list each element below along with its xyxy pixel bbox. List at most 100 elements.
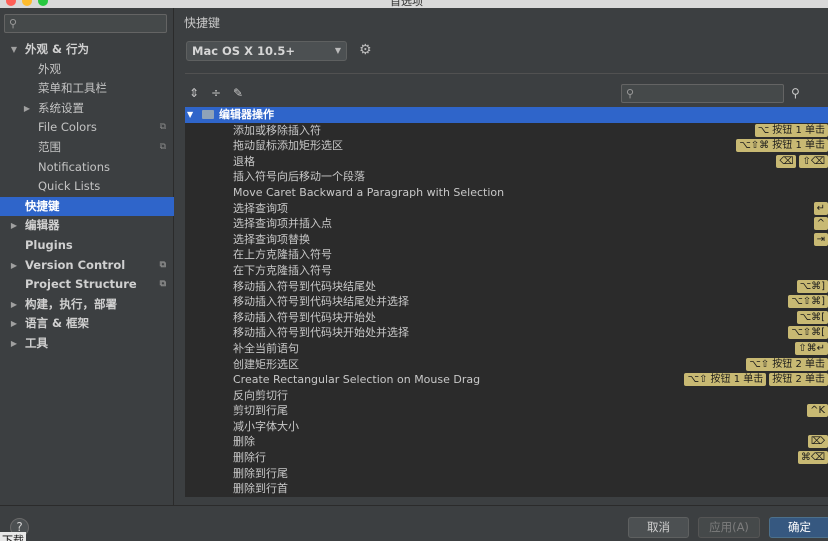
sidebar-item[interactable]: ▶ 系统设置	[0, 99, 174, 119]
chevron-right-icon[interactable]: ▶	[9, 295, 19, 315]
action-name: 删除行	[233, 451, 266, 465]
shortcut-row[interactable]: 选择查询项 ↵	[185, 201, 828, 217]
shortcut-row[interactable]: 在下方克隆插入符号	[185, 263, 828, 279]
project-scope-icon: ⧉	[159, 141, 166, 152]
shortcut-badge: ↵	[813, 201, 828, 215]
shortcut-row[interactable]: 在上方克隆插入符号	[185, 247, 828, 263]
sidebar-item-label: Notifications	[38, 159, 110, 174]
sidebar-item[interactable]: ▶ Version Control ⧉	[0, 256, 174, 276]
keymap-select[interactable]: Mac OS X 10.5+ ▼	[186, 41, 347, 61]
action-name: 补全当前语句	[233, 341, 299, 355]
chevron-right-icon[interactable]: ▶	[9, 334, 19, 354]
shortcut-badge: ^	[813, 217, 828, 231]
sidebar-item[interactable]: Notifications	[0, 158, 174, 178]
shortcut-row[interactable]: 选择查询项并插入点 ^	[185, 216, 828, 232]
action-name: 添加或移除插入符	[233, 123, 321, 137]
page-title: 快捷键	[184, 16, 221, 30]
sidebar-item-label: 外观 & 行为	[25, 42, 90, 56]
apply-button[interactable]: 应用(A)	[698, 517, 760, 538]
shortcut-row[interactable]: 删除到行首	[185, 481, 828, 497]
shortcut-row[interactable]: 剪切到行尾 ^K	[185, 403, 828, 419]
minimize-window-icon[interactable]	[22, 0, 32, 6]
shortcut-badges: ⌦	[807, 435, 828, 449]
sidebar-item[interactable]: ▶ 构建，执行，部署	[0, 295, 174, 315]
shortcut-search-input[interactable]: ⚲	[621, 84, 784, 103]
group-label: 编辑器操作	[219, 108, 274, 121]
shortcut-badge: ⌥⌘[	[796, 310, 828, 324]
group-row[interactable]: ▼ 编辑器操作	[185, 107, 828, 123]
close-window-icon[interactable]	[6, 0, 16, 6]
shortcut-row[interactable]: 移动插入符号到代码块结尾处并选择 ⌥⇧⌘]	[185, 294, 828, 310]
shortcut-badge: ⌥⇧⌘[	[788, 326, 828, 340]
shortcut-badge: ⌘⌫	[797, 451, 828, 465]
shortcut-row[interactable]: 减小字体大小	[185, 419, 828, 435]
shortcut-row[interactable]: 删除行 ⌘⌫	[185, 450, 828, 466]
shortcut-row[interactable]: 选择查询项替换 ⇥	[185, 232, 828, 248]
shortcut-row[interactable]: 添加或移除插入符 ⌥ 按钮 1 单击	[185, 123, 828, 139]
settings-sidebar: ⚲ ▼ 外观 & 行为外观 菜单和工具栏 ▶ 系统设置 File Colors ⧉ 范围 ⧉ No…	[0, 8, 174, 505]
sidebar-item[interactable]: Project Structure ⧉	[0, 275, 174, 295]
zoom-window-icon[interactable]	[38, 0, 48, 6]
shortcut-badges: ⇧⌘↵	[795, 341, 828, 355]
search-icon: ⚲	[9, 17, 18, 30]
shortcut-row[interactable]: Move Caret Backward a Paragraph with Sel…	[185, 185, 828, 201]
expand-all-icon[interactable]: ⇕	[189, 86, 199, 100]
shortcut-row[interactable]: 补全当前语句 ⇧⌘↵	[185, 341, 828, 357]
chevron-right-icon[interactable]: ▶	[9, 256, 19, 276]
action-name: 删除到行首	[233, 482, 288, 496]
shortcut-badge: ⌥ 按钮 1 单击	[754, 123, 828, 137]
ok-button[interactable]: 确定	[769, 517, 828, 538]
shortcut-badges: ^	[813, 217, 828, 231]
shortcut-row[interactable]: 反向剪切行	[185, 388, 828, 404]
sidebar-item[interactable]: ▼ 外观 & 行为	[0, 40, 174, 60]
window-title: 首选项	[390, 0, 423, 8]
action-name: 移动插入符号到代码块结尾处	[233, 279, 376, 293]
sidebar-item[interactable]: 范围 ⧉	[0, 138, 174, 158]
sidebar-item[interactable]: ▶ 编辑器	[0, 216, 174, 236]
shortcut-badges: ⌥⇧⌘]	[788, 295, 828, 309]
action-name: 剪切到行尾	[233, 404, 288, 418]
action-name: 删除	[233, 435, 255, 449]
sidebar-item-label: 范围	[38, 139, 61, 154]
shortcut-row[interactable]: 删除到行尾	[185, 466, 828, 482]
shortcut-row[interactable]: 删除 ⌦	[185, 434, 828, 450]
title-bar: 首选项	[0, 0, 828, 8]
cancel-button[interactable]: 取消	[628, 517, 689, 538]
sidebar-item-label: 编辑器	[25, 218, 60, 233]
gear-icon[interactable]: ⚙	[359, 42, 372, 58]
chevron-right-icon[interactable]: ▶	[22, 99, 32, 119]
sidebar-item[interactable]: 菜单和工具栏	[0, 79, 174, 99]
sidebar-item[interactable]: ▶ 语言 & 框架	[0, 314, 174, 334]
chevron-down-icon[interactable]: ▼	[9, 40, 19, 60]
shortcut-row[interactable]: 插入符号向后移动一个段落	[185, 169, 828, 185]
folder-icon	[202, 110, 214, 119]
keymap-panel: 快捷键 Mac OS X 10.5+ ▼ ⚙ ⇕ ÷ ✎ ⚲ ⚲ ▼ 编辑器操作…	[175, 8, 828, 505]
sidebar-item[interactable]: File Colors ⧉	[0, 118, 174, 138]
shortcut-badges: ⌥⇧ 按钮 2 单击	[746, 357, 828, 371]
chevron-right-icon[interactable]: ▶	[9, 216, 19, 236]
shortcut-row[interactable]: 移动插入符号到代码块开始处并选择 ⌥⇧⌘[	[185, 325, 828, 341]
sidebar-item[interactable]: 快捷键	[0, 196, 174, 217]
shortcut-row[interactable]: 拖动鼠标添加矩形选区 ⌥⇧⌘ 按钮 1 单击	[185, 138, 828, 154]
chevron-right-icon[interactable]: ▶	[9, 314, 19, 334]
shortcut-row[interactable]: 移动插入符号到代码块开始处 ⌥⌘[	[185, 310, 828, 326]
sidebar-item[interactable]: 外观	[0, 60, 174, 80]
keymap-select-value: Mac OS X 10.5+	[192, 44, 295, 58]
dialog-footer: ? 下载 取消 应用(A) 确定	[0, 505, 828, 541]
sidebar-item[interactable]: ▶ 工具	[0, 334, 174, 354]
collapse-all-icon[interactable]: ÷	[211, 86, 221, 100]
shortcut-badges: ⌫ ⇧⌫	[776, 154, 828, 168]
shortcut-row[interactable]: Create Rectangular Selection on Mouse Dr…	[185, 372, 828, 388]
find-by-shortcut-icon[interactable]: ⚲	[791, 86, 800, 100]
chevron-down-icon[interactable]: ▼	[187, 107, 193, 123]
sidebar-item[interactable]: Quick Lists	[0, 177, 174, 197]
shortcut-row[interactable]: 移动插入符号到代码块结尾处 ⌥⌘]	[185, 279, 828, 295]
sidebar-search-input[interactable]: ⚲	[4, 14, 167, 33]
action-name: 在下方克隆插入符号	[233, 263, 332, 277]
action-name: 选择查询项替换	[233, 232, 310, 246]
shortcut-row[interactable]: 创建矩形选区 ⌥⇧ 按钮 2 单击	[185, 357, 828, 373]
shortcut-row[interactable]: 退格 ⌫ ⇧⌫	[185, 154, 828, 170]
shortcut-badge: ⇧⌫	[799, 154, 828, 168]
sidebar-item[interactable]: Plugins	[0, 236, 174, 256]
edit-pencil-icon[interactable]: ✎	[233, 86, 243, 100]
